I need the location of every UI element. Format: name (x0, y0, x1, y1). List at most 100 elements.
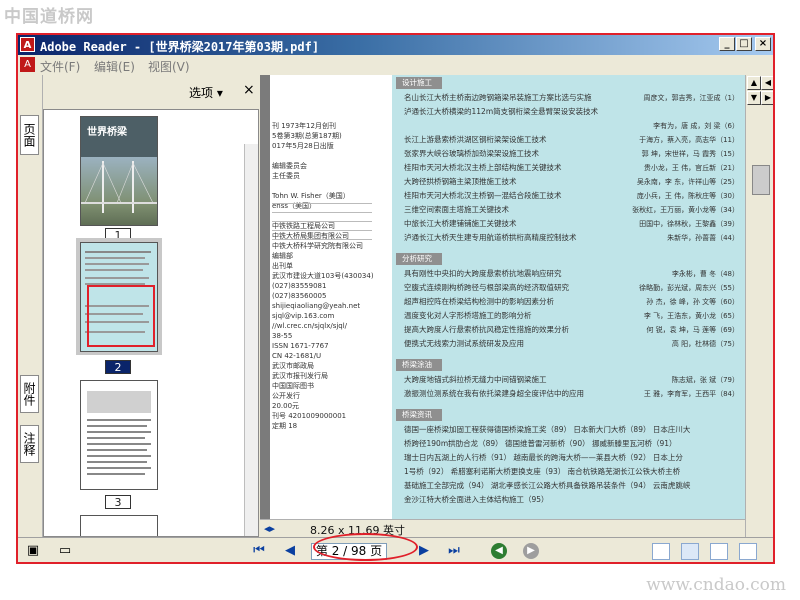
thumbnail-page-3[interactable] (80, 380, 158, 490)
go-forward-icon[interactable]: ▶ (523, 543, 539, 559)
cover-title: 世界桥梁 (87, 127, 127, 138)
minimize-button[interactable]: _ (719, 37, 735, 51)
document-scrollbar[interactable]: ▲ ◀ ▼ ▶ (745, 75, 773, 537)
toc-entry[interactable]: 桥跨径190m拱肋合龙（89） 德国维普雷河新桥（90） 挪威新滕里瓦河桥（91… (404, 439, 734, 449)
reader-window: A Adobe Reader - [世界桥梁2017年第03期.pdf] _ □… (16, 33, 775, 564)
page-number-2[interactable]: 2 (105, 360, 131, 374)
toc-entry[interactable]: 基础施工全部完成（94） 湖北孝感长江公路大桥具备铁路吊装条件（94） 云南虎跳… (404, 481, 734, 491)
scroll-up-arrow-icon[interactable]: ▲ (747, 76, 761, 90)
toc-entry-title: 名山长江大桥主桥南边跨钢箱梁吊装施工方案比选与实施 (404, 93, 592, 102)
title-bar: A Adobe Reader - [世界桥梁2017年第03期.pdf] _ □… (18, 35, 773, 55)
left-page: 刊 1973年12月创刊 5卷第3期(总第187期) 017年5月28日出版 编辑委员… (270, 75, 392, 519)
menu-view[interactable]: 视图(V) (148, 58, 190, 75)
previous-page-icon[interactable]: ◀ (283, 544, 297, 558)
toc-entry[interactable]: 1号桥（92） 希腊塞利诺斯大桥更换支座（93） 南合杭铁路芜湖长江公铁大桥主桥 (404, 467, 734, 477)
left-page-line: 定期 18 (272, 422, 298, 430)
toc-entry-authors: 郭 坤，宋世祥，马 霞秀（15） (641, 150, 739, 158)
go-back-icon[interactable]: ◀ (491, 543, 507, 559)
first-page-icon[interactable]: ⏮ (252, 544, 266, 558)
options-menu-button[interactable]: 选项 ▾ (189, 84, 223, 101)
tab-attachments[interactable]: 附件 (20, 375, 39, 413)
visible-area-frame[interactable] (87, 285, 155, 347)
toc-entry-title: 基础施工全部完成（94） 湖北孝感长江公路大桥具备铁路吊装条件（94） 云南虎跳… (404, 481, 691, 490)
page-layout-icon[interactable]: ▭ (58, 544, 72, 558)
toc-entry-title: 大跨径拱桥钢箱主梁顶推施工技术 (404, 177, 517, 186)
scroll-down-arrow-icon[interactable]: ▼ (747, 91, 761, 105)
watermark-top: 中国道桥网 (4, 7, 94, 27)
toc-entry[interactable]: 金沙江特大桥全面进入主体结构施工（95） (404, 495, 734, 505)
left-page-line: 武汉市邮政局 (272, 362, 314, 370)
thumbnail-page-1[interactable]: 世界桥梁 (80, 116, 158, 226)
left-page-line: (027)83559081 (272, 282, 327, 290)
thumb-line (87, 461, 147, 463)
thumbnail-page-4[interactable] (80, 515, 158, 536)
menu-bar: A 文件(F) 编辑(E) 视图(V) (18, 55, 773, 75)
toc-entry-title: 桂阳市天河大桥北汉主桥上部结构施工关键技术 (404, 163, 562, 172)
thumb-figure (87, 391, 151, 413)
left-page-line: 主任委员 (272, 172, 300, 180)
last-page-icon[interactable]: ⏭ (447, 544, 461, 558)
toc-entry-title: 桂阳市天河大桥北汉主桥钢—混结合段施工技术 (404, 191, 562, 200)
thumb-line (85, 257, 145, 259)
thumb-line (87, 437, 145, 439)
thumb-line (87, 431, 151, 433)
facing-view-icon[interactable] (710, 543, 728, 560)
maximize-button[interactable]: □ (736, 37, 752, 51)
menu-file[interactable]: 文件(F) (40, 58, 80, 75)
left-page-line: 中国国际图书 (272, 382, 314, 390)
toc-entry-title: 张家界大峡谷玻璃桥加劲梁架设施工技术 (404, 149, 539, 158)
page-indicator-highlight (313, 533, 418, 561)
thumbnail-list[interactable]: 世界桥梁 1 2 3 (43, 109, 259, 537)
toc-entry-authors: 张秋红，王万丽，黄小龙等（34） (632, 206, 739, 214)
next-page-icon[interactable]: ▶ (417, 544, 431, 558)
thumb-line (85, 251, 151, 253)
bridge-photo-icon (81, 161, 157, 213)
tab-pages[interactable]: 页面 (20, 115, 39, 155)
toc-entry-authors: 李 飞，王浩东，黄小龙（65） (643, 312, 739, 320)
thumbnail-page-2[interactable] (80, 242, 158, 352)
toc-entry-authors: 朱新华，孙蔷蔷（44） (667, 234, 739, 242)
continuous-facing-view-icon[interactable] (739, 543, 757, 560)
document-view[interactable]: 刊 1973年12月创刊 5卷第3期(总第187期) 017年5月28日出版 编辑委员… (260, 75, 745, 519)
toc-entry-title: 金沙江特大桥全面进入主体结构施工（95） (404, 495, 549, 504)
left-page-line: shijieqiaoliang@yeah.net (272, 302, 361, 310)
toc-entry-title: 长江上游悬索桥洪湖区钢桁梁架设施工技术 (404, 135, 547, 144)
left-page-line: 编辑委员会 (272, 162, 307, 170)
toc-entry[interactable]: 泸通长江大桥横梁的112m简支钢桁梁全悬臂架设安装技术 (404, 107, 734, 117)
close-panel-icon[interactable]: × (243, 82, 255, 98)
left-page-line: //wl.crec.cn/sjqlx/sjql/ (272, 322, 348, 330)
left-page-line: 编辑部 (272, 252, 293, 260)
toc-entry-authors: 吴永南，李 东，许祥山等（25） (636, 178, 739, 186)
toc-entry-title: 温度变化对人字形桥塔施工的影响分析 (404, 311, 532, 320)
watermark-bottom: www.cndao.com (646, 575, 786, 595)
toc-entry-title: 三维空间索面主塔施工关键技术 (404, 205, 509, 214)
document-icon[interactable]: A (20, 57, 35, 72)
thumbnail-scrollbar[interactable] (244, 144, 258, 536)
panel-header: 选项 ▾ × (43, 75, 259, 109)
continuous-view-icon[interactable] (681, 543, 699, 560)
toc-entry-authors: 庞小兵，王 伟，陈秋庄等（30） (636, 192, 739, 200)
tab-comments[interactable]: 注释 (20, 425, 39, 463)
toc-entry-authors: 陈志斌，张 斌（79） (671, 376, 739, 384)
toc-entry[interactable]: 瑞士日内瓦湖上的人行桥（91） 越南最长的跨海大桥——莱县大桥（92） 日本上分 (404, 453, 734, 463)
left-page-line: 出刊单 (272, 262, 293, 270)
scroll-right-arrow-icon[interactable]: ▶ (761, 91, 773, 105)
toc-entry-title: 泸通长江大桥天生建专用航道桥拱桁高精度控制技术 (404, 233, 577, 242)
toc-entry[interactable]: 德国一座桥梁加固工程获得德国桥梁施工奖（89） 日本新大门大桥（89） 日本庄川… (404, 425, 734, 435)
close-button[interactable]: × (755, 37, 771, 51)
single-page-view-icon[interactable] (652, 543, 670, 560)
scroll-thumb[interactable] (752, 165, 770, 195)
split-handle-icon[interactable]: ◂▸ (264, 522, 275, 535)
acrobat-icon: A (20, 37, 35, 52)
thumb-line (87, 473, 145, 475)
side-tab-strip: 页面 附件 注释 (18, 75, 43, 537)
toggle-panel-icon[interactable]: ▣ (26, 544, 40, 558)
scroll-left-arrow-icon[interactable]: ◀ (761, 76, 773, 90)
page-number-3[interactable]: 3 (105, 495, 131, 509)
menu-edit[interactable]: 编辑(E) (94, 58, 135, 75)
left-page-line: 20.00元 (272, 402, 300, 410)
left-page-line: 38-55 (272, 332, 293, 340)
toc-entry-authors: 孙 杰，徐 峰，孙 文等（60） (646, 298, 739, 306)
toc-entry-title: 具有刚性中央扣的大跨度悬索桥抗地震响应研究 (404, 269, 562, 278)
toc-entry-title: 泸通长江大桥横梁的112m简支钢桁梁全悬臂架设安装技术 (404, 107, 599, 116)
